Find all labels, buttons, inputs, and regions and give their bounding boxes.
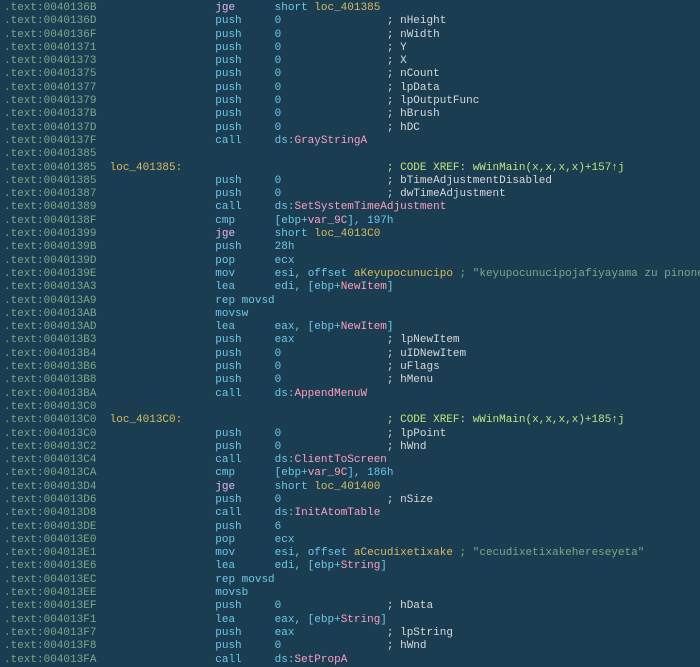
- asm-line: .text:0040139D pop ecx: [4, 255, 696, 268]
- asm-line: .text:004013EF push 0 ; hData: [4, 600, 696, 613]
- asm-line: .text:00401387 push 0 ; dwTimeAdjustment: [4, 188, 696, 201]
- asm-line: .text:004013FA call ds:SetPropA: [4, 654, 696, 667]
- asm-line: .text:0040137B push 0 ; hBrush: [4, 108, 696, 121]
- asm-line: .text:004013AB movsw: [4, 308, 696, 321]
- asm-line: .text:004013D4 jge short loc_401400: [4, 481, 696, 494]
- asm-line: .text:0040137D push 0 ; hDC: [4, 122, 696, 135]
- asm-line: .text:00401385 loc_401385: ; CODE XREF: …: [4, 162, 696, 175]
- asm-line: .text:0040139E mov esi, offset aKeyupocu…: [4, 268, 696, 281]
- asm-line: .text:0040136D push 0 ; nHeight: [4, 15, 696, 28]
- asm-line: .text:00401379 push 0 ; lpOutputFunc: [4, 95, 696, 108]
- asm-line: .text:004013A3 lea edi, [ebp+NewItem]: [4, 281, 696, 294]
- asm-line: .text:0040137F call ds:GrayStringA: [4, 135, 696, 148]
- asm-line: .text:004013BA call ds:AppendMenuW: [4, 388, 696, 401]
- asm-line: .text:0040139B push 28h: [4, 241, 696, 254]
- asm-line: .text:004013C0 loc_4013C0: ; CODE XREF: …: [4, 414, 696, 427]
- asm-line: .text:004013E0 pop ecx: [4, 534, 696, 547]
- asm-line: .text:004013C4 call ds:ClientToScreen: [4, 454, 696, 467]
- asm-line: .text:0040136B jge short loc_401385: [4, 2, 696, 15]
- asm-line: .text:00401377 push 0 ; lpData: [4, 82, 696, 95]
- asm-line: .text:004013B3 push eax ; lpNewItem: [4, 334, 696, 347]
- asm-line: .text:004013B8 push 0 ; hMenu: [4, 374, 696, 387]
- asm-line: .text:004013B4 push 0 ; uIDNewItem: [4, 348, 696, 361]
- asm-line: .text:00401389 call ds:SetSystemTimeAdju…: [4, 201, 696, 214]
- asm-line: .text:00401385: [4, 148, 696, 161]
- disassembly-listing: .text:0040136B jge short loc_401385.text…: [4, 2, 696, 667]
- asm-line: .text:00401373 push 0 ; X: [4, 55, 696, 68]
- asm-line: .text:00401385 push 0 ; bTimeAdjustmentD…: [4, 175, 696, 188]
- asm-line: .text:004013EC rep movsd: [4, 574, 696, 587]
- asm-line: .text:004013E6 lea edi, [ebp+String]: [4, 560, 696, 573]
- asm-line: .text:004013C0 push 0 ; lpPoint: [4, 428, 696, 441]
- asm-line: .text:004013D6 push 0 ; nSize: [4, 494, 696, 507]
- asm-line: .text:00401375 push 0 ; nCount: [4, 68, 696, 81]
- asm-line: .text:004013A9 rep movsd: [4, 295, 696, 308]
- asm-line: .text:004013C2 push 0 ; hWnd: [4, 441, 696, 454]
- asm-line: .text:004013F8 push 0 ; hWnd: [4, 640, 696, 653]
- asm-line: .text:004013D8 call ds:InitAtomTable: [4, 507, 696, 520]
- asm-line: .text:004013F7 push eax ; lpString: [4, 627, 696, 640]
- asm-line: .text:00401371 push 0 ; Y: [4, 42, 696, 55]
- asm-line: .text:0040138F cmp [ebp+var_9C], 197h: [4, 215, 696, 228]
- asm-line: .text:004013EE movsb: [4, 587, 696, 600]
- asm-line: .text:004013CA cmp [ebp+var_9C], 186h: [4, 467, 696, 480]
- asm-line: .text:004013F1 lea eax, [ebp+String]: [4, 614, 696, 627]
- asm-line: .text:004013AD lea eax, [ebp+NewItem]: [4, 321, 696, 334]
- asm-line: .text:0040136F push 0 ; nWidth: [4, 29, 696, 42]
- asm-line: .text:004013E1 mov esi, offset aCecudixe…: [4, 547, 696, 560]
- asm-line: .text:00401399 jge short loc_4013C0: [4, 228, 696, 241]
- asm-line: .text:004013C0: [4, 401, 696, 414]
- asm-line: .text:004013DE push 6: [4, 521, 696, 534]
- asm-line: .text:004013B6 push 0 ; uFlags: [4, 361, 696, 374]
